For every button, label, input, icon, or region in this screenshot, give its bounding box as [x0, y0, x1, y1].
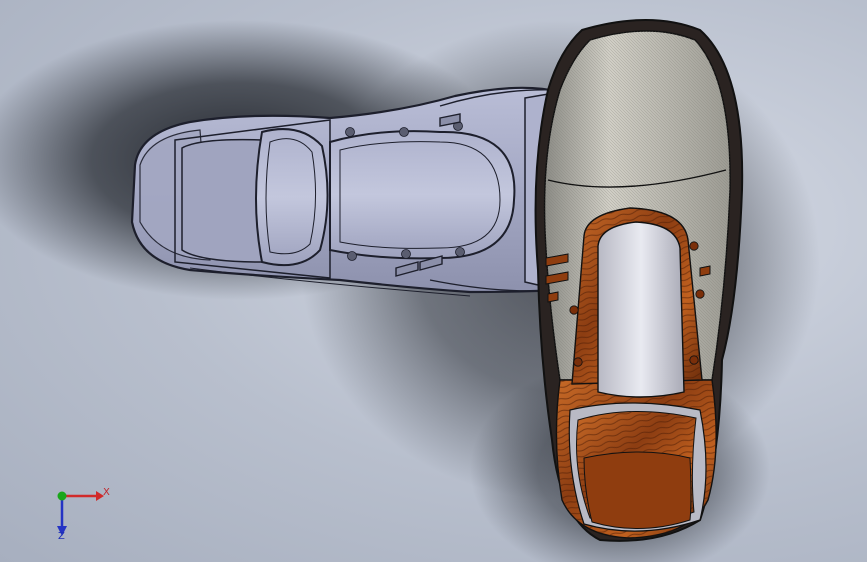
orientation-triad: X Z	[48, 484, 118, 546]
3d-viewport[interactable]: X Z	[0, 0, 867, 562]
shoe-wood[interactable]	[534, 19, 744, 542]
scene-canvas[interactable]	[0, 0, 867, 562]
triad-z-axis	[57, 496, 67, 536]
triad-x-axis	[62, 491, 104, 501]
triad-z-label: Z	[58, 531, 65, 542]
triad-y-axis	[57, 491, 67, 501]
triad-x-label: X	[103, 487, 110, 498]
